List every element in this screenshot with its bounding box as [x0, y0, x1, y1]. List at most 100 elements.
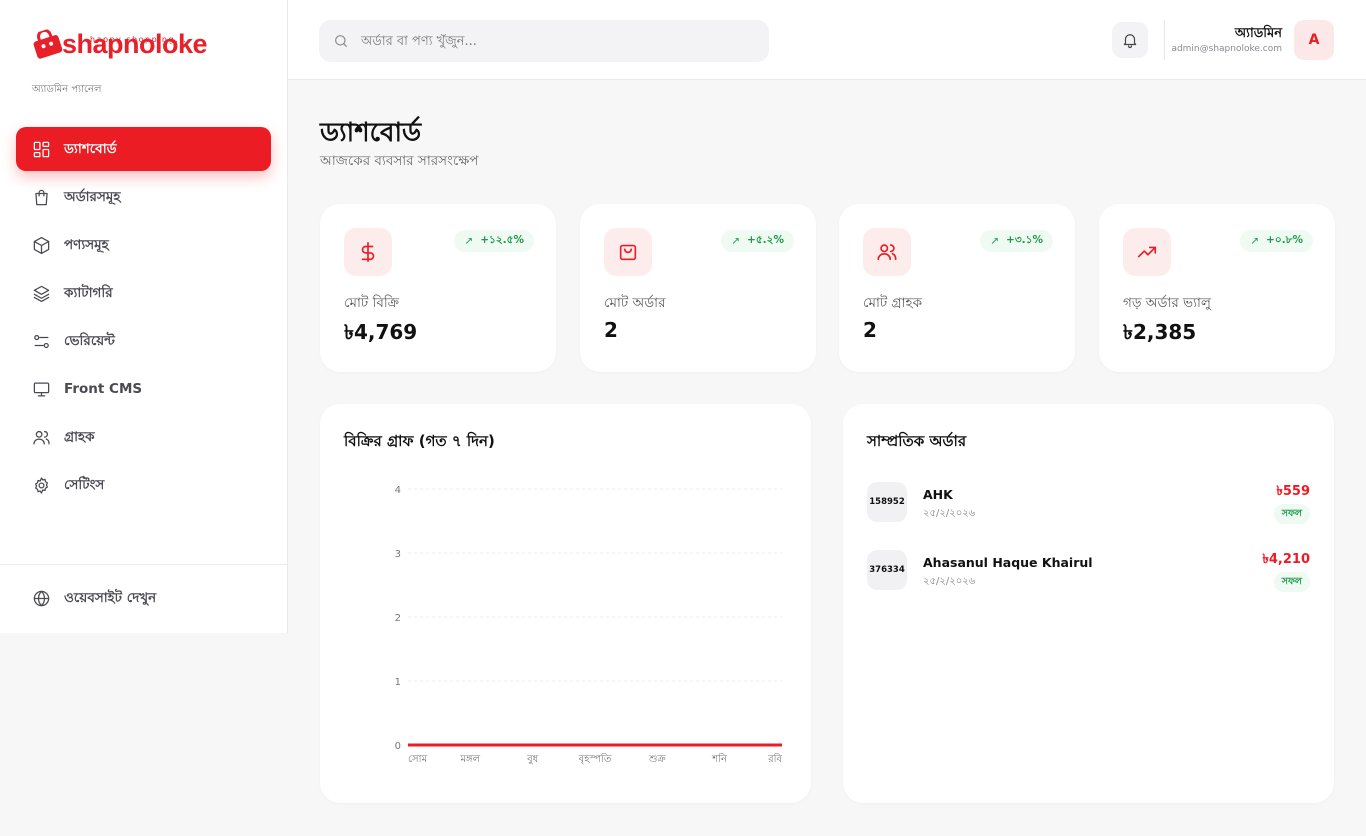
sidebar-item-label: সেটিংস	[64, 476, 105, 493]
visit-website-label: ওয়েবসাইট দেখুন	[64, 589, 157, 606]
x-tick-label: রবি	[767, 753, 782, 765]
variant-sliders-icon	[34, 334, 49, 348]
users-icon	[33, 430, 50, 444]
sales-line-chart: 0 1 2 3 4 সোম মঙ্গল বুধ বৃহস্পতি শুক্র শনি রবি	[395, 485, 783, 765]
top-bar: অ্যাডমিন admin@shapnoloke.com A	[288, 0, 1366, 80]
sidebar-item-front-cms[interactable]: Front CMS	[16, 367, 271, 411]
sidebar-item-variant[interactable]: ভেরিয়েন্ট	[16, 319, 271, 363]
notification-button[interactable]	[1112, 22, 1148, 58]
trend-up-arrow-icon: ↗	[990, 235, 1000, 247]
x-tick-label: সোম	[408, 754, 428, 765]
order-row[interactable]: 376334 Ahasanul Haque Khairul ২৫/২/২০২৬ …	[867, 550, 1310, 592]
sidebar-item-products[interactable]: পণ্যসমূহ	[16, 223, 271, 267]
sidebar-item-category[interactable]: ক্যাটাগরি	[16, 271, 271, 315]
sidebar-item-customers[interactable]: গ্রাহক	[16, 415, 271, 459]
status-badge: সফল	[1273, 572, 1310, 592]
brand-tagline: happy shopping...	[90, 35, 188, 44]
visit-website-link[interactable]: ওয়েবসাইট দেখুন	[16, 576, 271, 620]
search-box	[319, 20, 769, 62]
trend-value: +১২.৫%	[480, 233, 524, 246]
monitor-icon	[33, 382, 50, 396]
stat-value: 2	[863, 318, 877, 342]
stat-card-total-customers: ↗ +৩.১% মোট গ্রাহক 2	[839, 204, 1075, 372]
stat-card-total-orders: ↗ +৫.২% মোট অর্ডার 2	[580, 204, 816, 372]
sidebar-item-settings[interactable]: সেটিংস	[16, 463, 271, 507]
layers-icon	[33, 285, 50, 302]
stat-label: মোট অর্ডার	[604, 295, 666, 311]
stat-icon-wrap	[604, 228, 652, 276]
y-tick-label: 0	[395, 741, 401, 752]
shopping-bag-icon	[35, 189, 48, 205]
shopping-bag-logo-icon	[33, 28, 63, 59]
header-divider	[1164, 20, 1165, 60]
stat-value: 2	[604, 318, 618, 342]
order-id: 158952	[867, 482, 907, 522]
sales-chart-card: বিক্রির গ্রাফ (গত ৭ দিন) 0 1 2 3 4 সোম মঙ্গল বু…	[320, 404, 811, 803]
gear-icon	[35, 476, 48, 494]
dollar-icon	[361, 242, 375, 262]
y-tick-label: 1	[395, 677, 401, 688]
trend-value: +৩.১%	[1006, 233, 1043, 246]
dashboard-grid-icon	[33, 141, 50, 157]
trending-up-icon	[1137, 246, 1157, 258]
stat-card-total-sales: ↗ +১২.৫% মোট বিক্রি ৳4,769	[320, 204, 556, 372]
user-email: admin@shapnoloke.com	[1171, 44, 1282, 54]
trend-up-arrow-icon: ↗	[464, 235, 474, 247]
sidebar-item-dashboard[interactable]: ড্যাশবোর্ড	[16, 127, 271, 171]
trend-up-arrow-icon: ↗	[1250, 235, 1260, 247]
recent-orders-title: সাম্প্রতিক অর্ডার	[867, 432, 967, 450]
order-date: ২৫/২/২০২৬	[923, 576, 976, 587]
sidebar-item-label: অর্ডারসমূহ	[64, 188, 121, 205]
stat-card-avg-order-value: ↗ +০.৮% গড় অর্ডার ভ্যালু ৳2,385	[1099, 204, 1335, 372]
stat-label: মোট গ্রাহক	[863, 295, 923, 311]
sidebar-item-label: ড্যাশবোর্ড	[64, 140, 117, 157]
order-amount: ৳559	[1276, 484, 1310, 499]
sidebar-item-label: গ্রাহক	[64, 428, 95, 445]
trend-up-arrow-icon: ↗	[731, 235, 741, 247]
sidebar-divider	[0, 564, 287, 565]
trend-value: +০.৮%	[1266, 233, 1303, 246]
stat-label: মোট বিক্রি	[344, 295, 400, 311]
sidebar-item-label: ভেরিয়েন্ট	[64, 332, 115, 349]
user-name: অ্যাডমিন	[1234, 26, 1282, 41]
stat-label: গড় অর্ডার ভ্যালু	[1123, 295, 1211, 311]
panel-label: অ্যাডমিন প্যানেল	[32, 84, 102, 95]
search-icon	[335, 35, 347, 47]
globe-icon	[33, 590, 50, 606]
x-tick-label: শুক্র	[648, 754, 667, 765]
trend-badge: ↗ +০.৮%	[1240, 230, 1313, 252]
avatar[interactable]: A	[1294, 20, 1334, 60]
stat-value: ৳4,769	[344, 320, 418, 344]
bell-icon	[1123, 34, 1137, 49]
x-tick-label: বৃহস্পতি	[578, 753, 612, 765]
order-row[interactable]: 158952 AHK ২৫/২/২০২৬ ৳559 সফল	[867, 482, 1310, 524]
sidebar-item-label: পণ্যসমূহ	[64, 236, 109, 253]
x-tick-label: মঙ্গল	[460, 754, 481, 765]
search-input[interactable]	[361, 33, 741, 49]
recent-orders-card: সাম্প্রতিক অর্ডার 158952 AHK ২৫/২/২০২৬ ৳…	[843, 404, 1334, 803]
order-date: ২৫/২/২০২৬	[923, 508, 976, 519]
y-tick-label: 2	[395, 613, 401, 624]
order-customer: Ahasanul Haque Khairul	[923, 555, 1093, 570]
sidebar-item-label: ক্যাটাগরি	[64, 284, 113, 301]
x-tick-label: বুধ	[526, 754, 539, 765]
stat-icon-wrap	[1123, 228, 1171, 276]
trend-badge: ↗ +৩.১%	[980, 230, 1053, 252]
sidebar-item-orders[interactable]: অর্ডারসমূহ	[16, 175, 271, 219]
order-id: 376334	[867, 550, 907, 590]
y-tick-label: 4	[395, 485, 401, 496]
stat-icon-wrap	[344, 228, 392, 276]
package-box-icon	[33, 236, 50, 254]
status-badge: সফল	[1273, 504, 1310, 524]
shopping-bag-icon	[619, 244, 637, 261]
users-icon	[877, 244, 897, 261]
sidebar-item-label: Front CMS	[64, 381, 143, 397]
order-amount: ৳4,210	[1262, 552, 1310, 567]
sidebar: shapnoloke happy shopping... অ্যাডমিন প্…	[0, 0, 288, 633]
trend-value: +৫.২%	[747, 233, 784, 246]
sidebar-nav: ড্যাশবোর্ড অর্ডারসমূহ পণ্যসমূহ ক্যাটাগরি…	[16, 127, 271, 511]
order-customer: AHK	[923, 487, 953, 502]
trend-badge: ↗ +৫.২%	[721, 230, 794, 252]
stat-value: ৳2,385	[1123, 320, 1197, 344]
x-tick-label: শনি	[711, 753, 728, 765]
